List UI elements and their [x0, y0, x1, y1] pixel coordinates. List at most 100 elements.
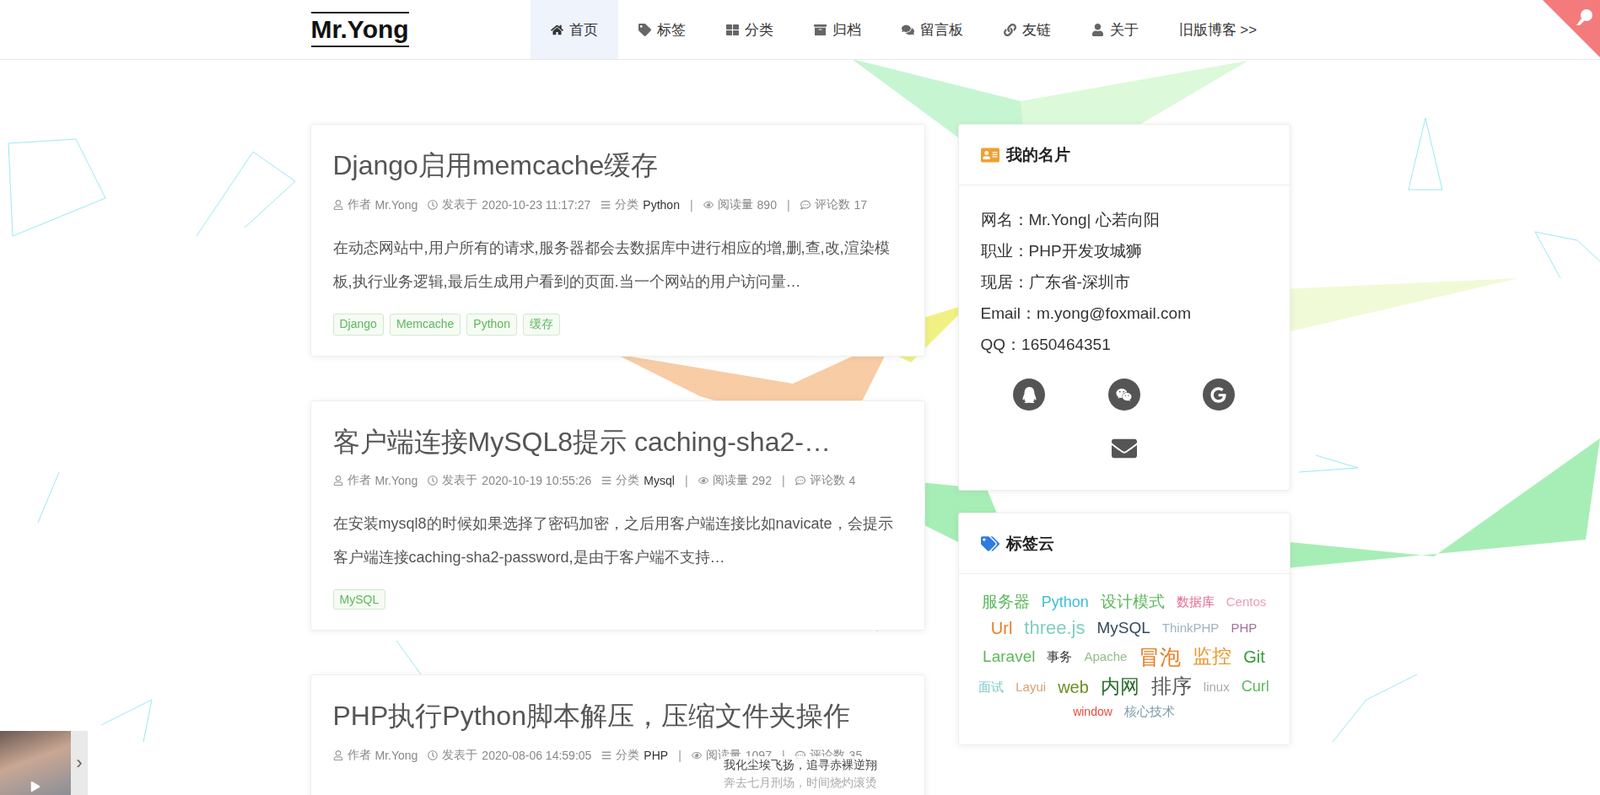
- cloud-tag[interactable]: 设计模式: [1100, 592, 1165, 613]
- tag-cloud-card: 标签云服务器 Python 设计模式数据库 Centos Url three.js MySQ…: [958, 512, 1291, 746]
- cloud-tag[interactable]: Python: [1041, 593, 1089, 613]
- profile-row: QQ：1650464351: [980, 328, 1268, 361]
- cloud-tag[interactable]: Git: [1243, 646, 1266, 668]
- page: Mr.Yong首页标签分类归档留言板友链关于旧版博客 >> Django启用mem…: [0, 0, 1600, 795]
- home-icon: [550, 23, 564, 37]
- meta-author: 作者 Mr.Yong: [333, 473, 419, 489]
- nav-item[interactable]: 分类: [705, 0, 794, 60]
- post-list: Django启用memcache缓存作者 Mr.Yong发表于 2020-10-…: [310, 123, 926, 795]
- cloud-tag[interactable]: Centos: [1226, 594, 1267, 610]
- cloud-tag[interactable]: 冒泡: [1138, 644, 1181, 670]
- nav-item[interactable]: 友链: [983, 0, 1072, 60]
- play-icon: [30, 781, 41, 792]
- tag-cloud-title: 标签云: [958, 513, 1290, 575]
- post-tags: DjangoMemcachePython缓存: [333, 313, 903, 336]
- post-title[interactable]: PHP执行Python脚本解压，压缩文件夹操作: [333, 699, 903, 735]
- music-player: ›: [0, 731, 88, 795]
- nav-item[interactable]: 首页: [530, 0, 619, 60]
- player-toggle[interactable]: ›: [70, 731, 88, 795]
- post-tag[interactable]: Memcache: [389, 313, 461, 336]
- qq-button[interactable]: [1012, 378, 1046, 411]
- cloud-tag[interactable]: 内网: [1100, 675, 1140, 700]
- cloud-tag[interactable]: 排序: [1151, 674, 1192, 700]
- post-title[interactable]: 客户端连接MySQL8提示 caching-sha2-…: [333, 425, 903, 461]
- category-icon: [601, 750, 612, 761]
- g-button[interactable]: [1202, 378, 1235, 411]
- album-cover[interactable]: [0, 731, 71, 795]
- post-tag[interactable]: 缓存: [522, 313, 561, 336]
- meta-category[interactable]: 分类 PHP: [601, 748, 669, 764]
- cloud-tag[interactable]: Url: [991, 618, 1013, 639]
- cloud-tag[interactable]: 数据库: [1176, 594, 1215, 610]
- clock-icon: [427, 475, 438, 486]
- cloud-tag[interactable]: PHP: [1230, 620, 1257, 636]
- tag-icon: [638, 23, 652, 37]
- cloud-tag[interactable]: window: [1072, 705, 1113, 720]
- envelope-icon: [1111, 436, 1137, 462]
- post-title[interactable]: Django启用memcache缓存: [333, 148, 903, 184]
- post-card: Django启用memcache缓存作者 Mr.Yong发表于 2020-10-…: [310, 123, 926, 357]
- profile-row: 网名：Mr.Yong| 心若向阳: [980, 204, 1268, 236]
- nav-item[interactable]: 旧版博客 >>: [1158, 0, 1278, 60]
- user-icon: [333, 475, 344, 486]
- cloud-tag[interactable]: 核心技术: [1124, 704, 1175, 720]
- category-icon: [600, 199, 611, 211]
- profile-title: 我的名片: [958, 124, 1290, 186]
- profile-row: Email：m.yong@foxmail.com: [980, 297, 1268, 329]
- cloud-tag[interactable]: Apache: [1083, 649, 1127, 665]
- cloud-tag[interactable]: web: [1057, 677, 1089, 698]
- cloud-tag[interactable]: linux: [1203, 679, 1230, 695]
- tag-cloud: 服务器 Python 设计模式数据库 Centos Url three.js MySQL Th…: [958, 574, 1290, 745]
- cloud-tag[interactable]: 监控: [1192, 645, 1232, 669]
- cloud-tag[interactable]: MySQL: [1096, 619, 1150, 639]
- profile-row: 职业：PHP开发攻城狮: [980, 235, 1268, 267]
- site-logo[interactable]: Mr.Yong: [302, 0, 531, 60]
- meta-date: 发表于 2020-10-19 10:55:26: [427, 473, 592, 489]
- wechat-icon: [1115, 387, 1132, 404]
- lyrics: 我化尘埃飞扬，追寻赤裸逆翔奔去七月刑场，时间烧灼滚烫: [720, 756, 881, 792]
- eye-icon: [703, 199, 714, 211]
- nav-item[interactable]: 关于: [1071, 0, 1159, 60]
- user-icon: [1091, 23, 1105, 37]
- lyric-line: 奔去七月刑场，时间烧灼滚烫: [720, 774, 881, 792]
- meta-category[interactable]: 分类 Python: [600, 197, 680, 213]
- email-button[interactable]: [1108, 432, 1141, 465]
- main-nav: 首页标签分类归档留言板友链关于旧版博客 >>: [530, 0, 1278, 60]
- cloud-tag[interactable]: 服务器: [981, 592, 1030, 613]
- g-icon: [1210, 387, 1227, 404]
- nav-item[interactable]: 归档: [793, 0, 882, 60]
- cloud-tag[interactable]: 事务: [1046, 649, 1073, 665]
- grid-icon: [726, 23, 739, 37]
- meta-views: 阅读量 890: [703, 197, 777, 213]
- comments-icon: [901, 23, 915, 37]
- meta-separator: |: [781, 474, 786, 488]
- cloud-tag[interactable]: ThinkPHP: [1162, 620, 1220, 636]
- comment-icon: [795, 475, 806, 486]
- nav-item[interactable]: 留言板: [881, 0, 984, 60]
- clock-icon: [427, 750, 438, 761]
- lyric-line: 我化尘埃飞扬，追寻赤裸逆翔: [720, 756, 881, 775]
- user-icon: [333, 199, 344, 211]
- cloud-tag[interactable]: three.js: [1023, 617, 1085, 640]
- meta-separator: |: [684, 474, 689, 488]
- wechat-button[interactable]: [1108, 378, 1141, 411]
- clock-icon: [427, 199, 438, 211]
- meta-category[interactable]: 分类 Mysql: [601, 473, 675, 489]
- meta-separator: |: [689, 198, 694, 212]
- post-excerpt: 在动态网站中,用户所有的请求,服务器都会去数据库中进行相应的增,删,查,改,渲染…: [333, 231, 903, 299]
- cloud-tag[interactable]: 面试: [978, 679, 1004, 695]
- post-tag[interactable]: MySQL: [333, 589, 387, 610]
- cloud-tag[interactable]: Layui: [1015, 679, 1046, 695]
- post-tag[interactable]: Django: [333, 313, 384, 336]
- meta-author: 作者 Mr.Yong: [333, 748, 419, 764]
- post-meta: 作者 Mr.Yong发表于 2020-10-23 11:17:27分类 Pyth…: [333, 197, 903, 213]
- post-card: 客户端连接MySQL8提示 caching-sha2-… 作者 Mr.Yong 发表…: [310, 400, 926, 632]
- cloud-tag[interactable]: Laravel: [982, 647, 1035, 668]
- user-icon: [333, 750, 344, 761]
- post-tag[interactable]: Python: [466, 313, 518, 336]
- nav-item[interactable]: 标签: [618, 0, 706, 60]
- github-corner-icon[interactable]: [1542, 0, 1600, 58]
- tags-icon: [980, 534, 1000, 554]
- meta-separator: |: [678, 748, 682, 763]
- cloud-tag[interactable]: Curl: [1241, 678, 1270, 697]
